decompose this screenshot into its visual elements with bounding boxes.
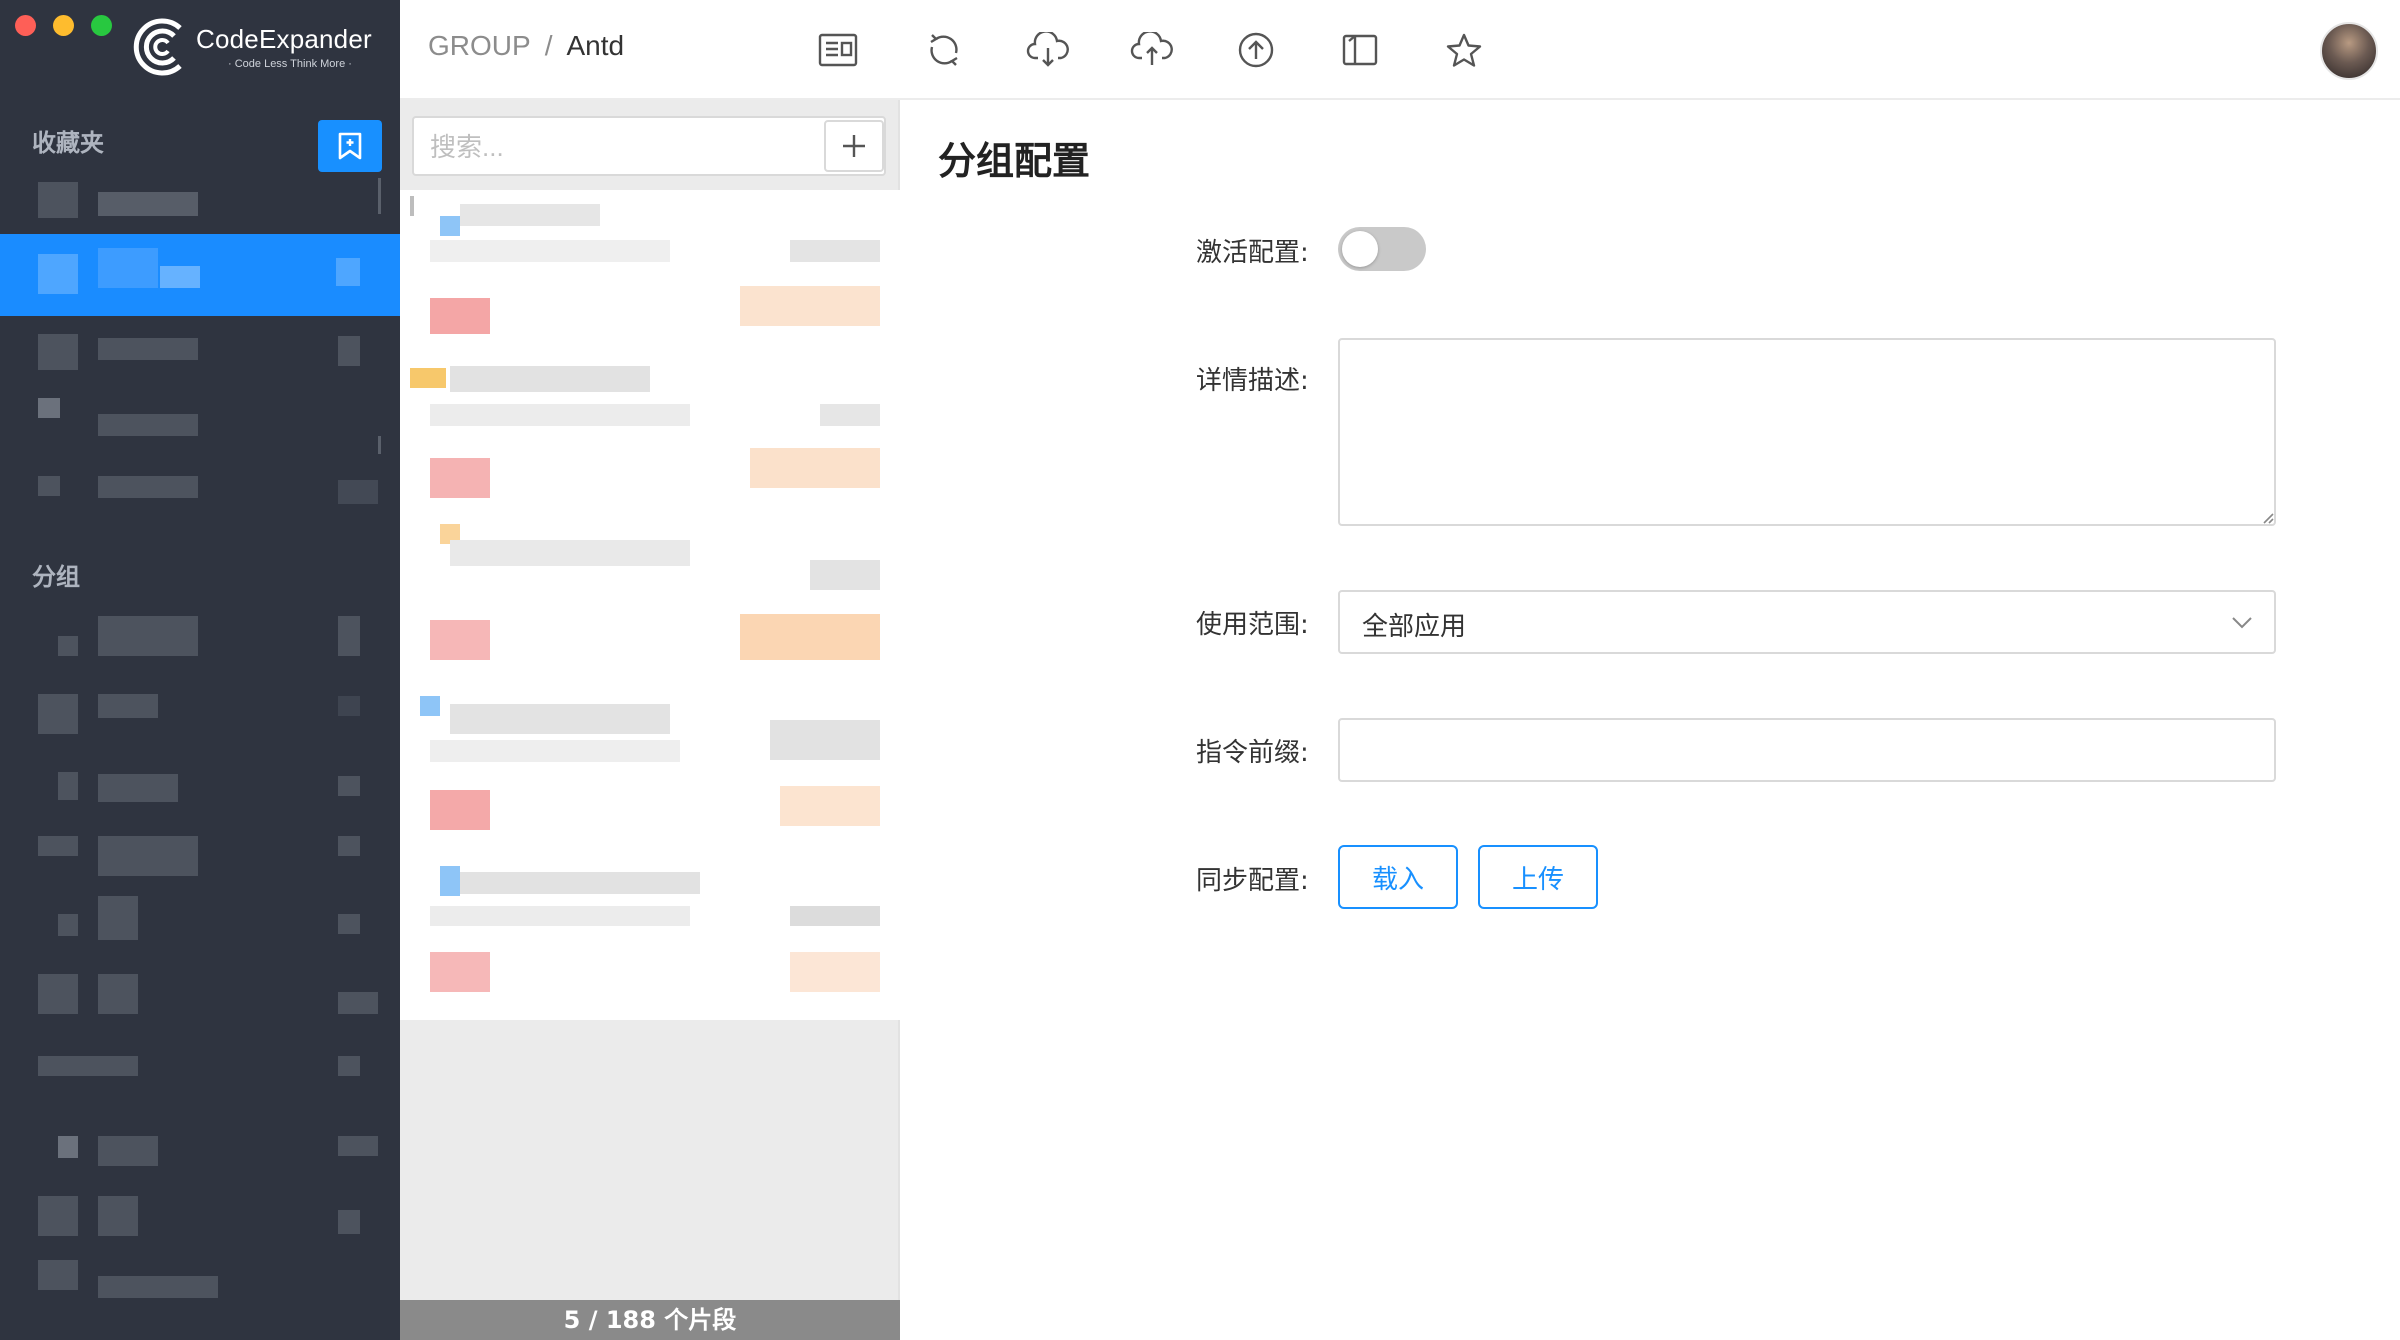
cloud-download-icon xyxy=(1026,32,1069,67)
active-toggle[interactable] xyxy=(1338,227,1426,271)
close-window-button[interactable] xyxy=(15,15,36,36)
snippet-list xyxy=(400,190,900,1020)
app-window: CodeExpander · Code Less Think More · 收藏… xyxy=(0,0,2400,1340)
breadcrumb: GROUP / Antd xyxy=(428,30,624,62)
breadcrumb-group[interactable]: GROUP xyxy=(428,30,531,61)
active-label: 激活配置: xyxy=(1196,238,1309,268)
import-button[interactable] xyxy=(814,26,862,74)
favorite-item[interactable] xyxy=(0,178,400,218)
scope-value: 全部应用 xyxy=(1362,612,1467,642)
app-logo: CodeExpander · Code Less Think More · xyxy=(130,14,390,82)
breadcrumb-separator: / xyxy=(544,30,553,61)
book-button[interactable] xyxy=(1336,26,1384,74)
top-bar: GROUP / Antd xyxy=(400,0,2400,100)
search-input[interactable] xyxy=(430,128,810,166)
favorite-item[interactable] xyxy=(0,470,400,510)
sync-button[interactable] xyxy=(920,26,968,74)
favorite-item[interactable] xyxy=(0,396,400,454)
group-item[interactable] xyxy=(0,1052,400,1092)
upload-config-button[interactable]: 上传 xyxy=(1478,845,1598,909)
snippet-list-panel: 5 / 188 个片段 xyxy=(400,100,900,1340)
app-name: CodeExpander xyxy=(196,24,372,54)
breadcrumb-current: Antd xyxy=(566,30,625,61)
snippet-item[interactable] xyxy=(410,690,890,852)
snippet-count: 5 / 188 个片段 xyxy=(400,1300,900,1340)
plus-icon xyxy=(843,135,865,157)
book-icon xyxy=(1342,34,1378,66)
scope-select[interactable]: 全部应用 xyxy=(1338,590,2276,654)
app-slogan: · Code Less Think More · xyxy=(228,58,352,70)
bookmark-add-icon xyxy=(338,132,362,160)
user-avatar[interactable] xyxy=(2320,22,2378,80)
import-icon xyxy=(818,33,858,67)
group-item[interactable] xyxy=(0,834,400,876)
resize-grip-icon[interactable] xyxy=(2260,510,2274,524)
upload-button[interactable] xyxy=(1232,26,1280,74)
prefix-label: 指令前缀: xyxy=(1196,738,1309,768)
snippet-item[interactable] xyxy=(410,856,890,1018)
group-item[interactable] xyxy=(0,1130,400,1170)
group-item[interactable] xyxy=(0,616,400,656)
star-button[interactable] xyxy=(1440,26,1488,74)
load-button[interactable]: 载入 xyxy=(1338,845,1458,909)
description-textarea[interactable] xyxy=(1338,338,2276,526)
snippet-item[interactable] xyxy=(410,358,890,520)
upload-icon xyxy=(1238,32,1274,68)
snippet-item[interactable] xyxy=(410,190,890,352)
page-title: 分组配置 xyxy=(938,139,1091,183)
toggle-knob xyxy=(1342,231,1378,267)
favorites-title: 收藏夹 xyxy=(32,129,104,157)
minimize-window-button[interactable] xyxy=(53,15,74,36)
logo-icon xyxy=(133,18,182,76)
description-label: 详情描述: xyxy=(1196,366,1309,396)
group-item[interactable] xyxy=(0,974,400,1014)
group-config-panel: 分组配置 激活配置: 详情描述: 使用范围: 全部应用 指令前缀: 同步配置: … xyxy=(900,100,2400,1340)
favorite-item-selected[interactable] xyxy=(0,234,400,316)
group-item[interactable] xyxy=(0,1256,400,1298)
search-box xyxy=(412,116,886,176)
scope-label: 使用范围: xyxy=(1196,610,1309,640)
star-icon xyxy=(1446,33,1482,67)
snippet-item[interactable] xyxy=(410,524,890,686)
sync-icon xyxy=(930,34,958,66)
favorite-item[interactable] xyxy=(0,330,400,370)
prefix-input[interactable] xyxy=(1338,718,2276,782)
sync-label: 同步配置: xyxy=(1196,866,1309,896)
add-snippet-button[interactable] xyxy=(824,120,884,172)
group-item[interactable] xyxy=(0,770,400,810)
cloud-upload-icon xyxy=(1130,32,1173,65)
group-item[interactable] xyxy=(0,896,400,940)
sidebar: CodeExpander · Code Less Think More · 收藏… xyxy=(0,0,400,1340)
group-item[interactable] xyxy=(0,1196,400,1236)
maximize-window-button[interactable] xyxy=(91,15,112,36)
groups-title: 分组 xyxy=(32,563,80,591)
add-favorite-button[interactable] xyxy=(318,120,382,172)
group-item[interactable] xyxy=(0,694,400,734)
cloud-upload-button[interactable] xyxy=(1128,26,1176,74)
cloud-download-button[interactable] xyxy=(1024,26,1072,74)
chevron-down-icon xyxy=(2232,617,2252,629)
